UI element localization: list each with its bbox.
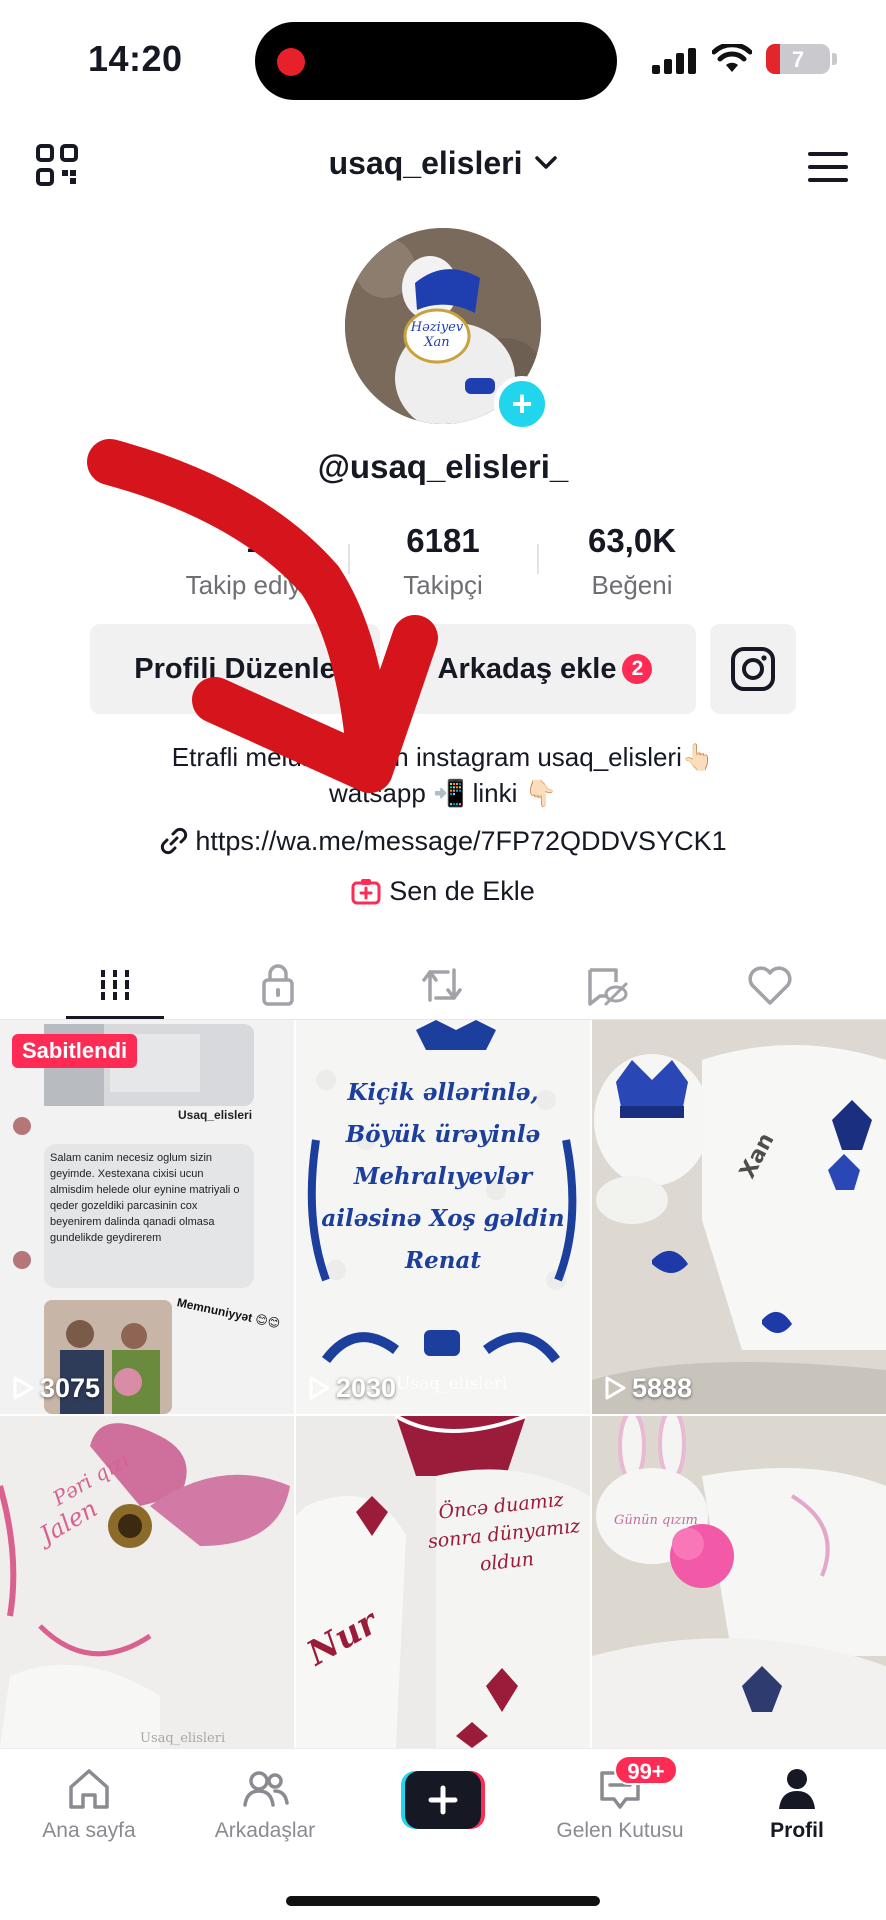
bio-link-text: https://wa.me/message/7FP72QDDVSYCK1 xyxy=(195,826,727,856)
nav-profile-label: Profil xyxy=(770,1819,824,1842)
nav-home[interactable]: Ana sayfa xyxy=(14,1763,164,1843)
pinned-message-text: Salam canim necesiz oglum sizin geyimde.… xyxy=(50,1152,240,1244)
video-tile[interactable]: Kiçik əllərinlə, Böyük ürəyinlə Mehralıy… xyxy=(296,1020,590,1414)
cellular-signal-icon xyxy=(652,48,696,74)
status-time: 14:20 xyxy=(88,38,183,79)
video-thumbnail: Günün qızım xyxy=(592,1416,886,1748)
view-count: 2030 xyxy=(308,1373,396,1404)
home-indicator xyxy=(286,1896,600,1906)
stat-followers[interactable]: 6181 Takipçi xyxy=(343,522,543,601)
active-tab-indicator xyxy=(66,1016,164,1019)
pinned-account-label: Usaq_elisleri xyxy=(178,1108,253,1122)
video-tile[interactable]: Nur Öncə duamız sonra dünyamız oldun xyxy=(296,1416,590,1748)
wifi-icon xyxy=(712,44,752,72)
video-thumbnail: Xan xyxy=(592,1020,886,1414)
battery-cap xyxy=(832,53,837,65)
add-friend-button[interactable]: Arkadaş ekle 2 xyxy=(394,624,696,714)
bio-line-1: Etrafli melumat ucun instagram usaq_elis… xyxy=(171,742,715,772)
add-friend-label: Arkadaş ekle xyxy=(437,653,617,685)
account-switcher[interactable]: usaq_elisleri xyxy=(0,145,886,182)
video-tile[interactable]: Pəri qızı Jalen Usaq_elisleri xyxy=(0,1416,294,1748)
view-count: 5888 xyxy=(604,1373,692,1404)
thumbnail-watermark: Usaq_elisleri xyxy=(396,1374,508,1394)
svg-text:Xan: Xan xyxy=(423,335,449,350)
tab-videos-grid-icon[interactable] xyxy=(75,960,155,1010)
play-icon xyxy=(309,1376,330,1400)
svg-text:Usaq_elisleri: Usaq_elisleri xyxy=(140,1731,225,1746)
recording-indicator-icon xyxy=(277,48,305,76)
thumbnail-caption: Öncə duamız sonra dünyamız oldun xyxy=(426,1488,582,1576)
nav-inbox-label: Gelen Kutusu xyxy=(556,1819,684,1842)
add-yours-label: Sen de Ekle xyxy=(389,876,535,906)
inbox-badge: 99+ xyxy=(614,1755,678,1785)
video-tile[interactable]: Sabitlendi Usaq_elisleri Salam canim nec… xyxy=(0,1020,294,1414)
tab-reposts-icon[interactable] xyxy=(402,960,482,1010)
create-post-button[interactable] xyxy=(401,1771,485,1829)
tab-private-lock-icon[interactable] xyxy=(238,960,318,1010)
view-count-value: 3075 xyxy=(40,1373,101,1403)
svg-text:Həziyev: Həziyev xyxy=(410,320,464,335)
add-camera-icon xyxy=(351,879,381,905)
likes-label: Beğeni xyxy=(591,570,673,600)
video-thumbnail: Pəri qızı Jalen Usaq_elisleri xyxy=(0,1416,294,1748)
instagram-icon xyxy=(731,647,775,691)
nav-friends[interactable]: Arkadaşlar xyxy=(190,1763,340,1843)
instagram-button[interactable] xyxy=(710,624,796,714)
svg-text:Günün qızım: Günün qızım xyxy=(614,1513,698,1528)
friends-icon xyxy=(243,1771,289,1807)
stat-likes[interactable]: 63,0K Beğeni xyxy=(532,522,732,601)
video-tile[interactable]: Xan 5888 xyxy=(592,1020,886,1414)
link-icon xyxy=(161,827,188,855)
nav-profile[interactable]: Profil xyxy=(722,1763,872,1843)
home-icon xyxy=(69,1769,109,1809)
pinned-badge: Sabitlendi xyxy=(12,1034,138,1068)
following-count: 1 xyxy=(245,522,265,559)
view-count: 3075 xyxy=(12,1373,100,1404)
profile-handle: @usaq_elisleri_ xyxy=(317,448,569,485)
profile-header: usaq_elisleri xyxy=(0,130,886,200)
followers-count: 6181 xyxy=(406,522,480,559)
likes-count: 63,0K xyxy=(587,522,677,559)
battery-icon: 7 xyxy=(766,44,830,74)
add-friend-badge: 2 xyxy=(622,654,653,684)
tab-liked-heart-icon[interactable] xyxy=(730,960,810,1010)
add-story-button[interactable]: + xyxy=(494,376,550,432)
battery-level: 7 xyxy=(791,47,805,72)
following-label: Takip ediyor xyxy=(185,570,325,600)
video-grid: Sabitlendi Usaq_elisleri Salam canim nec… xyxy=(0,1020,886,1748)
profile-stats: 1 Takip ediyor 6181 Takipçi 63,0K Beğeni xyxy=(0,522,886,602)
nav-friends-label: Arkadaşlar xyxy=(214,1819,316,1842)
content-tabs xyxy=(0,950,886,1020)
bottom-nav: Ana sayfa Arkadaşlar Gelen Kutusu 99+ Pr… xyxy=(0,1748,886,1920)
edit-profile-label: Profili Düzenle xyxy=(134,653,336,685)
status-bar: 14:20 7 xyxy=(0,0,886,110)
nav-home-label: Ana sayfa xyxy=(42,1819,136,1842)
profile-icon xyxy=(779,1769,815,1809)
followers-label: Takipçi xyxy=(403,570,483,600)
thumbnail-caption: Kiçik əllərinlə, Böyük ürəyinlə Mehralıy… xyxy=(321,1079,565,1274)
play-icon xyxy=(605,1376,626,1400)
view-count-value: 2030 xyxy=(336,1373,397,1403)
account-username: usaq_elisleri xyxy=(328,145,523,181)
video-tile[interactable]: Günün qızım xyxy=(592,1416,886,1748)
tab-favorites-hidden-icon[interactable] xyxy=(566,960,646,1010)
play-icon xyxy=(13,1376,34,1400)
chevron-down-icon xyxy=(535,156,558,169)
edit-profile-button[interactable]: Profili Düzenle xyxy=(90,624,380,714)
hamburger-menu-icon[interactable] xyxy=(808,152,848,182)
bio-line-2: watsapp 📲 linki 👇🏻 xyxy=(328,778,558,808)
add-yours-button[interactable]: Sen de Ekle xyxy=(0,876,886,907)
dynamic-island xyxy=(255,22,617,100)
bio-website-link[interactable]: https://wa.me/message/7FP72QDDVSYCK1 xyxy=(0,826,886,857)
stat-following[interactable]: 1 Takip ediyor xyxy=(155,522,355,601)
view-count-value: 5888 xyxy=(632,1373,693,1403)
